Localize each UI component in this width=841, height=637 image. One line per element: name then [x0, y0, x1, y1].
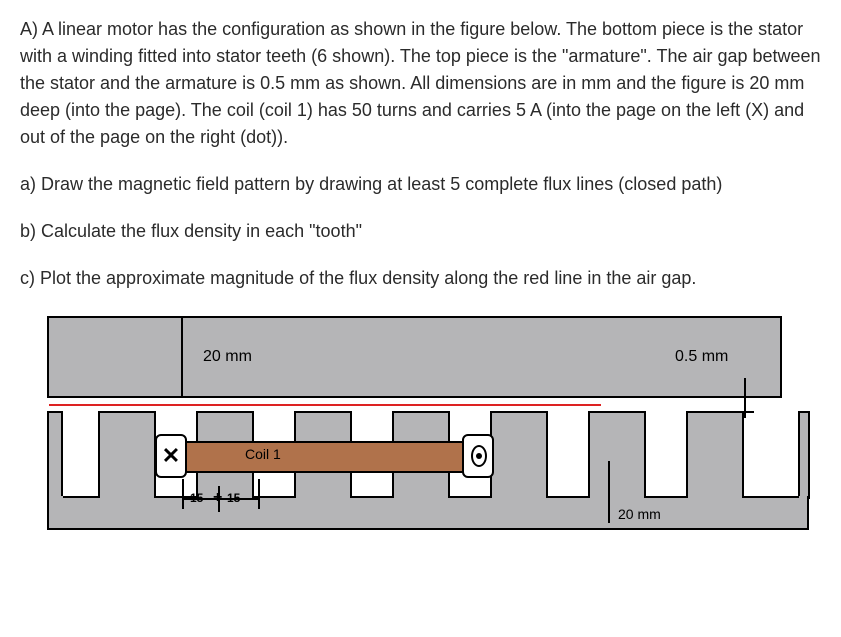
stator-edge-right	[798, 411, 810, 499]
tooth-dim-line	[608, 461, 610, 523]
coil-label: Coil 1	[245, 446, 281, 462]
pitch-slot-label: 15	[190, 491, 203, 505]
question-b: b) Calculate the flux density in each "t…	[20, 218, 821, 245]
coil-body	[175, 441, 475, 473]
armature-height-label: 20 mm	[203, 348, 252, 366]
question-c: c) Plot the approximate magnitude of the…	[20, 265, 821, 292]
stator-tooth-7	[686, 411, 744, 499]
stator-tooth-1	[98, 411, 156, 499]
airgap-tick	[736, 396, 754, 398]
question-main: A) A linear motor has the configuration …	[20, 16, 821, 151]
armature-dim-line	[181, 318, 183, 396]
tooth-height-label: 20 mm	[618, 506, 661, 522]
stator-edge-left	[47, 411, 63, 499]
red-airgap-line	[49, 404, 601, 406]
slot-base-line	[644, 496, 688, 498]
pitch-tooth-label: 15	[227, 491, 240, 505]
current-in-icon: ✕	[161, 442, 181, 470]
slot-base-line	[546, 496, 590, 498]
slot-base-line	[448, 496, 492, 498]
pitch-plus-icon: +	[213, 489, 222, 507]
question-a: a) Draw the magnetic field pattern by dr…	[20, 171, 821, 198]
slot-base-line	[350, 496, 394, 498]
stator-tooth-6	[588, 411, 646, 499]
stator-tooth-5	[490, 411, 548, 499]
pitch-tick	[182, 479, 184, 509]
stator-base	[47, 496, 809, 530]
airgap-label: 0.5 mm	[675, 348, 728, 366]
slot-base-line	[742, 496, 799, 498]
armature	[47, 316, 782, 398]
slot-base-line	[63, 496, 100, 498]
pitch-tick	[258, 479, 260, 509]
airgap-tick	[736, 411, 754, 413]
figure: Coil 1 ✕ 20 mm 0.5 mm 20 mm 15 + 15	[20, 316, 821, 550]
current-out-dot-icon	[476, 453, 482, 459]
